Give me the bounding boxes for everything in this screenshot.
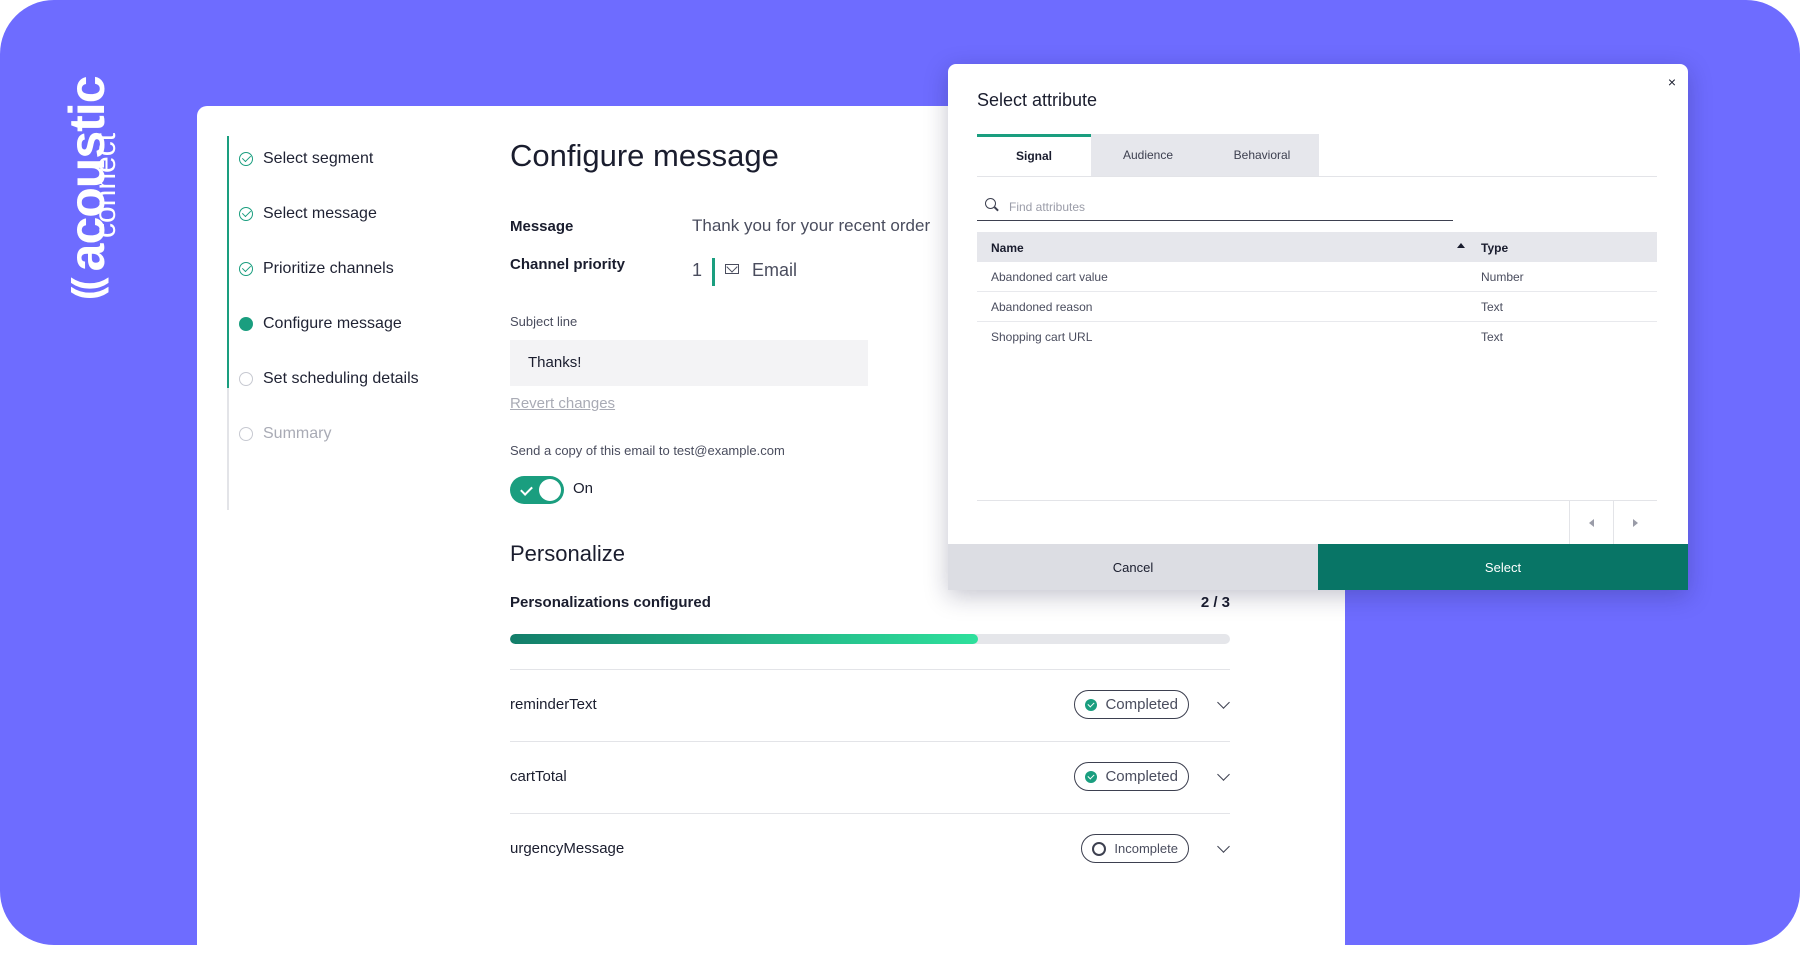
cell-type: Text — [1481, 300, 1504, 314]
attribute-search — [977, 194, 1453, 221]
step-done-check-icon — [239, 207, 253, 221]
progress-fill — [510, 634, 978, 644]
chevron-down-icon[interactable] — [1217, 696, 1230, 709]
caret-right-icon — [1633, 519, 1638, 527]
channel-priority-indicator — [712, 258, 715, 286]
modal-title: Select attribute — [977, 90, 1098, 110]
tab-audience[interactable]: Audience — [1091, 134, 1205, 176]
attribute-tabs: Signal Audience Behavioral — [977, 134, 1657, 177]
step-select-segment[interactable]: Select segment — [227, 144, 467, 174]
table-row[interactable]: Shopping cart URL Text — [977, 322, 1657, 351]
step-label: Configure message — [263, 315, 402, 332]
revert-changes-link[interactable]: Revert changes — [510, 395, 615, 412]
tab-signal[interactable]: Signal — [977, 134, 1091, 176]
step-prioritize-channels[interactable]: Prioritize channels — [227, 254, 467, 284]
step-label: Select message — [263, 205, 377, 222]
caret-left-icon — [1589, 519, 1594, 527]
cell-type: Text — [1481, 330, 1504, 344]
chevron-down-icon[interactable] — [1217, 840, 1230, 853]
cell-type: Number — [1481, 270, 1524, 284]
personalization-item[interactable]: urgencyMessage Incomplete — [510, 813, 1230, 886]
personalization-item[interactable]: cartTotal Completed — [510, 741, 1230, 814]
step-todo-circle-icon — [239, 372, 253, 386]
search-icon — [985, 198, 996, 209]
table-header: Name Type — [977, 232, 1657, 262]
send-copy-toggle[interactable] — [510, 476, 564, 504]
table-row[interactable]: Abandoned reason Text — [977, 292, 1657, 322]
search-input[interactable] — [1007, 196, 1431, 218]
check-circle-icon — [1085, 698, 1098, 711]
select-attribute-modal: Select attribute × Signal Audience Behav… — [948, 64, 1688, 590]
personalization-item[interactable]: reminderText Completed — [510, 669, 1230, 742]
step-select-message[interactable]: Select message — [227, 199, 467, 229]
step-label: Set scheduling details — [263, 370, 419, 387]
personalization-progress-bar — [510, 634, 1230, 644]
mail-icon — [725, 264, 739, 274]
modal-footer: Cancel Select — [948, 544, 1688, 590]
personalization-name: cartTotal — [510, 768, 567, 785]
cell-name: Abandoned cart value — [991, 270, 1108, 284]
channel-priority-label: Channel priority — [510, 256, 626, 273]
personalizations-configured-label: Personalizations configured — [510, 594, 711, 611]
status-text: Completed — [1105, 696, 1178, 713]
step-todo-circle-icon — [239, 427, 253, 441]
subject-line-input[interactable] — [510, 340, 868, 386]
personalize-heading: Personalize — [510, 541, 625, 566]
check-circle-icon — [1085, 770, 1098, 783]
tab-behavioral[interactable]: Behavioral — [1205, 134, 1319, 176]
column-header-name[interactable]: Name — [991, 241, 1024, 255]
sort-ascending-icon[interactable] — [1457, 243, 1465, 248]
chevron-down-icon[interactable] — [1217, 768, 1230, 781]
column-header-type[interactable]: Type — [1481, 241, 1508, 255]
cancel-button[interactable]: Cancel — [948, 544, 1318, 590]
acoustic-connect-logo: (( acoustic connect — [34, 70, 122, 301]
table-row[interactable]: Abandoned cart value Number — [977, 262, 1657, 292]
next-page-button[interactable] — [1613, 501, 1658, 545]
close-icon[interactable]: × — [1668, 74, 1676, 90]
cell-name: Shopping cart URL — [991, 330, 1093, 344]
status-badge: Completed — [1074, 762, 1189, 791]
step-done-check-icon — [239, 262, 253, 276]
status-text: Incomplete — [1114, 841, 1178, 856]
toggle-state-label: On — [573, 480, 594, 497]
personalizations-configured-count: 2 / 3 — [1200, 594, 1230, 611]
logo-product-text: connect — [89, 132, 122, 238]
step-label: Prioritize channels — [263, 260, 394, 277]
channel-priority-number: 1 — [692, 260, 703, 280]
previous-page-button[interactable] — [1569, 501, 1614, 545]
send-copy-label: Send a copy of this email to test@exampl… — [510, 443, 785, 458]
step-done-check-icon — [239, 152, 253, 166]
page-title: Configure message — [510, 138, 779, 173]
step-set-scheduling-details[interactable]: Set scheduling details — [227, 364, 467, 394]
message-label: Message — [510, 218, 574, 235]
cell-name: Abandoned reason — [991, 300, 1093, 314]
message-value: Thank you for your recent order — [692, 216, 931, 235]
step-summary: Summary — [227, 419, 467, 449]
toggle-check-icon — [520, 483, 533, 496]
attribute-table: Name Type Abandoned cart value Number Ab… — [977, 232, 1657, 351]
subject-line-label: Subject line — [510, 314, 578, 329]
status-badge: Completed — [1074, 690, 1189, 719]
logo-waves-icon: (( — [65, 281, 109, 300]
step-label: Summary — [263, 425, 332, 442]
toggle-knob — [539, 479, 561, 501]
personalization-name: reminderText — [510, 696, 597, 713]
step-current-dot-icon — [239, 317, 253, 331]
personalization-name: urgencyMessage — [510, 840, 625, 857]
channel-name: Email — [752, 260, 798, 280]
status-text: Completed — [1105, 768, 1178, 785]
empty-circle-icon — [1092, 841, 1107, 856]
table-pagination — [977, 500, 1657, 545]
status-badge: Incomplete — [1081, 834, 1189, 863]
select-button[interactable]: Select — [1318, 544, 1688, 590]
step-configure-message[interactable]: Configure message — [227, 309, 467, 339]
step-label: Select segment — [263, 150, 374, 167]
